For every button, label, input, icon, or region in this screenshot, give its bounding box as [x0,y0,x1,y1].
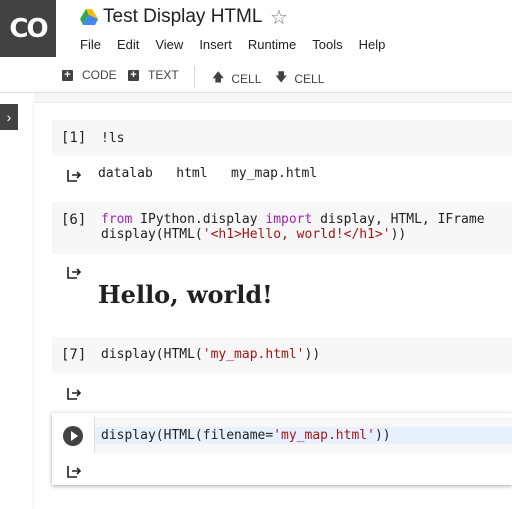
string-literal: 'my_map.html' [202,347,305,362]
plus-box-icon: + [62,69,73,81]
menu-runtime[interactable]: Runtime [248,37,296,52]
cell-up-label: CELL [231,71,262,86]
google-drive-icon [80,9,98,25]
add-text-label: TEXT [148,68,179,82]
menu-view[interactable]: View [155,37,183,52]
code-token: )) [374,428,391,443]
toolbar: + CODE + TEXT 🡅 CELL 🡇 CELL [0,60,512,93]
add-code-label: CODE [82,68,117,82]
output-arrow-icon [67,170,82,182]
code-cell-1[interactable]: !ls [52,120,512,156]
arrow-up-icon: 🡅 [212,70,225,84]
code-cell-2[interactable]: from IPython.display import display, HTM… [52,202,512,254]
active-cell[interactable]: display(HTML(filename='my_map.html')) [52,413,512,485]
move-cell-up-button[interactable]: 🡅 CELL [212,68,261,89]
menu-edit[interactable]: Edit [117,37,139,52]
arrow-down-icon: 🡇 [275,70,288,84]
cell-output-text: datalab html my_map.html [98,166,318,181]
menu-help[interactable]: Help [359,37,386,52]
code-line-1[interactable]: from IPython.display import display, HTM… [101,212,485,227]
menu-bar: File Edit View Insert Runtime Tools Help [80,37,401,52]
string-literal: '<h1>Hello, world!</h1>' [202,227,391,242]
star-outline-icon[interactable]: ☆ [270,5,288,30]
add-text-button[interactable]: + TEXT [128,68,179,82]
header: CO Test Display HTML ☆ File Edit View In… [0,0,512,60]
cell-down-label: CELL [294,71,325,86]
play-icon [71,431,78,441]
code-editor[interactable]: display(HTML(filename='my_map.html')) [94,417,512,453]
code-token: display(HTML( [101,347,203,362]
menu-tools[interactable]: Tools [312,37,342,52]
execution-count: [7] [61,347,87,363]
code-token: display(HTML( [101,227,203,242]
plus-box-icon: + [128,69,139,81]
code-token: )) [390,227,407,242]
output-arrow-icon [67,466,82,478]
html-output-heading: Hello, world! [98,280,273,309]
code-token: display(HTML(filename= [101,428,274,443]
notebook-title[interactable]: Test Display HTML [103,6,262,28]
code-text[interactable]: !ls [101,131,124,146]
code-line[interactable]: display(HTML('my_map.html')) [101,347,320,362]
keyword-from: from [101,212,133,227]
string-literal: 'my_map.html' [273,428,375,443]
code-token: )) [304,347,321,362]
colab-logo: CO [0,0,56,57]
keyword-import: import [265,212,313,227]
chevron-right-icon[interactable]: › [0,104,18,130]
output-arrow-icon [67,388,82,400]
output-arrow-icon [67,267,82,279]
menu-insert[interactable]: Insert [199,37,232,52]
execution-count: [6] [61,212,87,228]
toolbar-divider [194,66,195,88]
move-cell-down-button[interactable]: 🡇 CELL [275,68,324,89]
code-token: display, HTML, IFrame [312,212,485,227]
code-line-2[interactable]: display(HTML('<h1>Hello, world!</h1>')) [101,227,406,242]
execution-count: [1] [61,130,87,146]
code-line[interactable]: display(HTML(filename='my_map.html')) [101,428,391,443]
code-token: IPython.display [132,212,266,227]
menu-file[interactable]: File [80,37,101,52]
code-cell-3[interactable]: display(HTML('my_map.html')) [52,337,512,373]
add-code-button[interactable]: + CODE [62,68,117,82]
